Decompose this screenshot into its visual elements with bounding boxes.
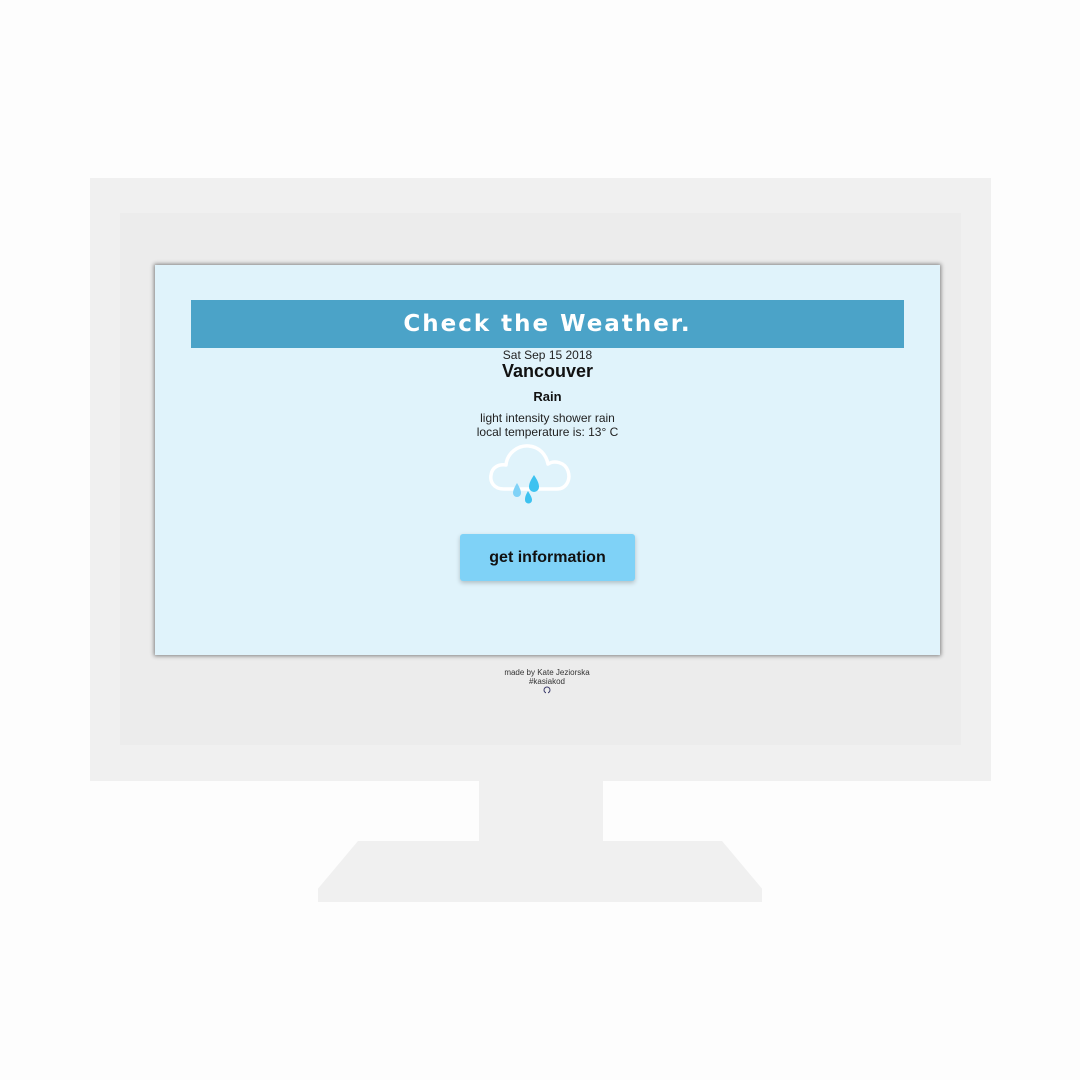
monitor-screen: Check the Weather. Sat Sep 15 2018 Vanco… xyxy=(155,265,940,655)
get-information-button[interactable]: get information xyxy=(460,534,635,581)
weather-description: light intensity shower rain xyxy=(480,411,615,425)
github-icon[interactable] xyxy=(543,686,551,694)
raindrop-icon xyxy=(529,475,539,492)
current-date: Sat Sep 15 2018 xyxy=(502,348,593,362)
temperature-readout: local temperature is: 13° C xyxy=(476,425,619,439)
footer: made by Kate Jeziorska #kasiakod xyxy=(447,668,647,696)
author-credit: made by Kate Jeziorska xyxy=(504,668,590,677)
raindrop-icon xyxy=(525,491,532,504)
monitor-stand xyxy=(318,841,762,902)
raindrop-icon xyxy=(513,483,521,497)
weather-condition: Rain xyxy=(533,389,562,404)
city-name: Vancouver xyxy=(501,361,594,381)
page-title: Check the Weather. xyxy=(191,300,904,348)
monitor-neck xyxy=(479,781,603,842)
rain-cloud-icon xyxy=(489,444,571,504)
hashtag: #kasiakod xyxy=(528,677,566,686)
